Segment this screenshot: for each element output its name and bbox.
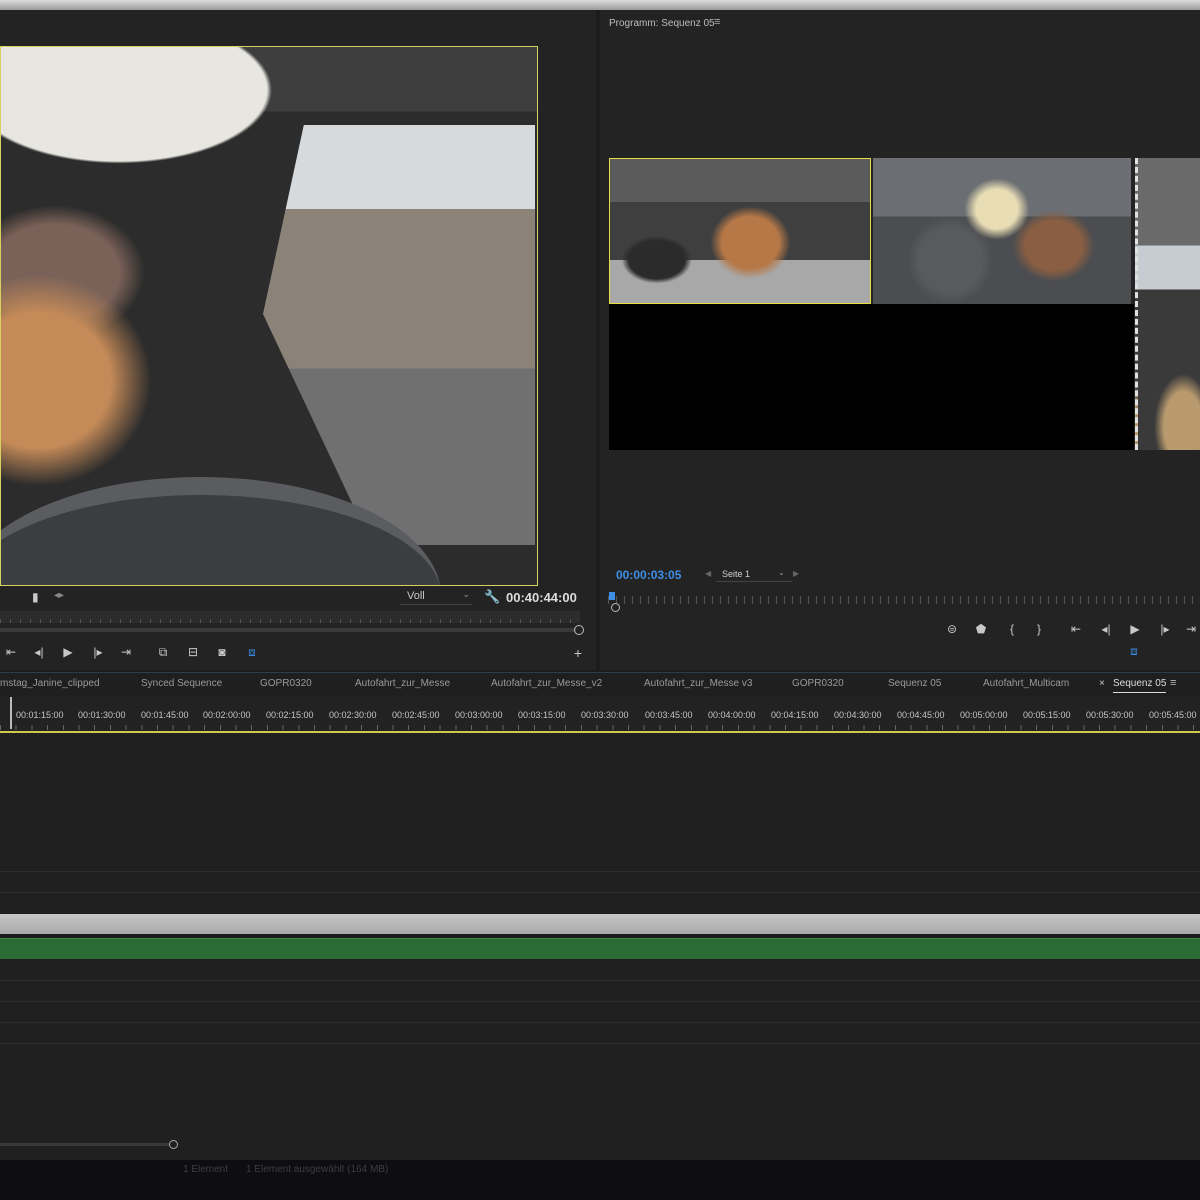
car-window-view xyxy=(263,125,535,545)
source-go-to-out-icon[interactable]: ⇥ xyxy=(117,645,135,659)
status-selection: 1 Element ausgewählt (164 MB) xyxy=(246,1164,389,1175)
ruler-label: 00:05:15:00 xyxy=(1023,710,1071,720)
audio-clip[interactable] xyxy=(0,938,1200,959)
multicam-angle-3[interactable] xyxy=(1135,158,1200,450)
timeline-video-tracks[interactable] xyxy=(0,733,1200,913)
multicam-angle-1[interactable] xyxy=(609,158,871,304)
tab-sequence[interactable]: Autofahrt_zur_Messe v3 xyxy=(644,678,752,689)
program-monitor-title: Programm: Sequenz 05 xyxy=(609,18,715,29)
ruler-label: 00:04:45:00 xyxy=(897,710,945,720)
timeline-zoom-scrollbar[interactable] xyxy=(0,1143,172,1146)
timeline-audio-tracks[interactable] xyxy=(0,960,1200,1160)
multicam-angle-2[interactable] xyxy=(873,158,1131,304)
tab-active-sequence[interactable]: Sequenz 05 xyxy=(1113,678,1167,693)
track-divider xyxy=(0,1022,1200,1023)
program-playhead-handle[interactable] xyxy=(611,603,620,612)
source-time-ruler[interactable] xyxy=(0,611,580,623)
insert-icon[interactable]: ⧉ xyxy=(154,645,172,660)
program-in-marker[interactable] xyxy=(609,592,615,600)
tab-sequence[interactable]: Autofahrt_zur_Messe_v2 xyxy=(491,678,602,689)
track-divider xyxy=(0,892,1200,893)
ruler-label: 00:05:30:00 xyxy=(1086,710,1134,720)
page-next-icon[interactable]: ▶ xyxy=(793,569,799,578)
status-item-count: 1 Element xyxy=(183,1164,229,1175)
ruler-label: 00:02:00:00 xyxy=(203,710,251,720)
ruler-label: 00:04:15:00 xyxy=(771,710,819,720)
timeline-ticks xyxy=(0,725,1200,730)
chevron-down-icon: ⌄ xyxy=(778,568,785,577)
program-go-to-out-icon[interactable]: ⇥ xyxy=(1182,622,1200,636)
ruler-label: 00:03:45:00 xyxy=(645,710,693,720)
source-button-editor-icon[interactable]: ⧈ xyxy=(243,645,261,660)
tab-sequence[interactable]: Synced Sequence xyxy=(141,678,222,689)
source-marker-icon[interactable]: ▮ xyxy=(32,590,39,604)
tab-sequence[interactable]: GOPR0320 xyxy=(792,678,844,689)
track-divider xyxy=(0,1001,1200,1002)
mark-out-icon[interactable]: } xyxy=(1030,622,1048,636)
page-select[interactable]: Seite 1 ⌄ xyxy=(706,568,806,582)
ruler-label: 00:01:30:00 xyxy=(78,710,126,720)
ruler-label: 00:01:15:00 xyxy=(16,710,64,720)
video-clip-bar[interactable] xyxy=(0,914,1200,934)
page-select-value: Seite 1 xyxy=(722,569,751,579)
chevron-down-icon: ⌄ xyxy=(462,589,470,599)
tab-sequence[interactable]: mstag_Janine_clipped xyxy=(0,678,100,689)
program-timecode[interactable]: 00:00:03:05 xyxy=(616,568,681,582)
source-step-back-frame-icon[interactable]: ◂| xyxy=(30,645,48,659)
source-play-icon[interactable]: ▶ xyxy=(59,645,77,659)
ruler-label: 00:02:30:00 xyxy=(329,710,377,720)
ruler-label: 00:04:00:00 xyxy=(708,710,756,720)
track-divider xyxy=(0,871,1200,872)
tab-sequence[interactable]: GOPR0320 xyxy=(260,678,312,689)
source-step-forward-frame-icon[interactable]: |▸ xyxy=(89,645,107,659)
ruler-label: 00:04:30:00 xyxy=(834,710,882,720)
source-quality-select[interactable]: Voll ⌄ xyxy=(400,589,472,605)
mark-in-icon[interactable]: { xyxy=(1003,622,1021,636)
program-button-editor-icon[interactable]: ⧈ xyxy=(1125,644,1143,659)
source-drag-icon[interactable]: ◂▸ xyxy=(54,590,64,601)
timeline-menu-icon[interactable]: ≡ xyxy=(1170,677,1176,689)
status-bar xyxy=(0,1160,1200,1200)
source-quality-value: Voll xyxy=(407,590,425,602)
program-go-to-in-icon[interactable]: ⇤ xyxy=(1067,622,1085,636)
tab-sequence[interactable]: Autofahrt_zur_Messe xyxy=(355,678,450,689)
program-play-icon[interactable]: ▶ xyxy=(1126,622,1144,636)
ruler-label: 00:03:30:00 xyxy=(581,710,629,720)
track-divider xyxy=(0,980,1200,981)
window-top-strip xyxy=(0,0,1200,10)
source-timecode[interactable]: 00:40:44:00 xyxy=(506,590,577,605)
track-divider xyxy=(0,1043,1200,1044)
timeline-zoom-handle[interactable] xyxy=(169,1140,178,1149)
program-time-ruler[interactable] xyxy=(608,596,1200,604)
close-tab-icon[interactable]: × xyxy=(1099,678,1105,689)
tab-sequence[interactable]: Sequenz 05 xyxy=(888,678,941,689)
multicam-icon[interactable]: ⊜ xyxy=(943,622,961,636)
source-playhead-handle[interactable] xyxy=(574,625,584,635)
program-step-forward-frame-icon[interactable]: |▸ xyxy=(1156,622,1174,636)
overwrite-icon[interactable]: ⊟ xyxy=(184,645,202,659)
program-marker-icon[interactable]: ⬟ xyxy=(972,622,990,636)
source-go-to-in-icon[interactable]: ⇤ xyxy=(2,645,20,659)
panel-menu-icon[interactable]: ≡ xyxy=(714,16,720,28)
add-button-icon[interactable]: + xyxy=(569,645,587,661)
source-scrub-track[interactable] xyxy=(0,628,576,632)
program-step-back-frame-icon[interactable]: ◂| xyxy=(1097,622,1115,636)
ruler-label: 00:02:15:00 xyxy=(266,710,314,720)
ruler-label: 00:05:00:00 xyxy=(960,710,1008,720)
ruler-label: 00:05:45:00 xyxy=(1149,710,1197,720)
ruler-label: 00:02:45:00 xyxy=(392,710,440,720)
program-empty-viewer-area xyxy=(609,304,1134,450)
source-video-frame[interactable] xyxy=(0,46,538,586)
timeline-playhead[interactable] xyxy=(10,697,12,729)
export-frame-icon[interactable]: ◙ xyxy=(213,645,231,659)
ruler-label: 00:01:45:00 xyxy=(141,710,189,720)
wrench-icon[interactable]: 🔧 xyxy=(484,589,500,605)
ruler-label: 00:03:15:00 xyxy=(518,710,566,720)
tab-sequence[interactable]: Autofahrt_Multicam xyxy=(983,678,1069,689)
ruler-label: 00:03:00:00 xyxy=(455,710,503,720)
